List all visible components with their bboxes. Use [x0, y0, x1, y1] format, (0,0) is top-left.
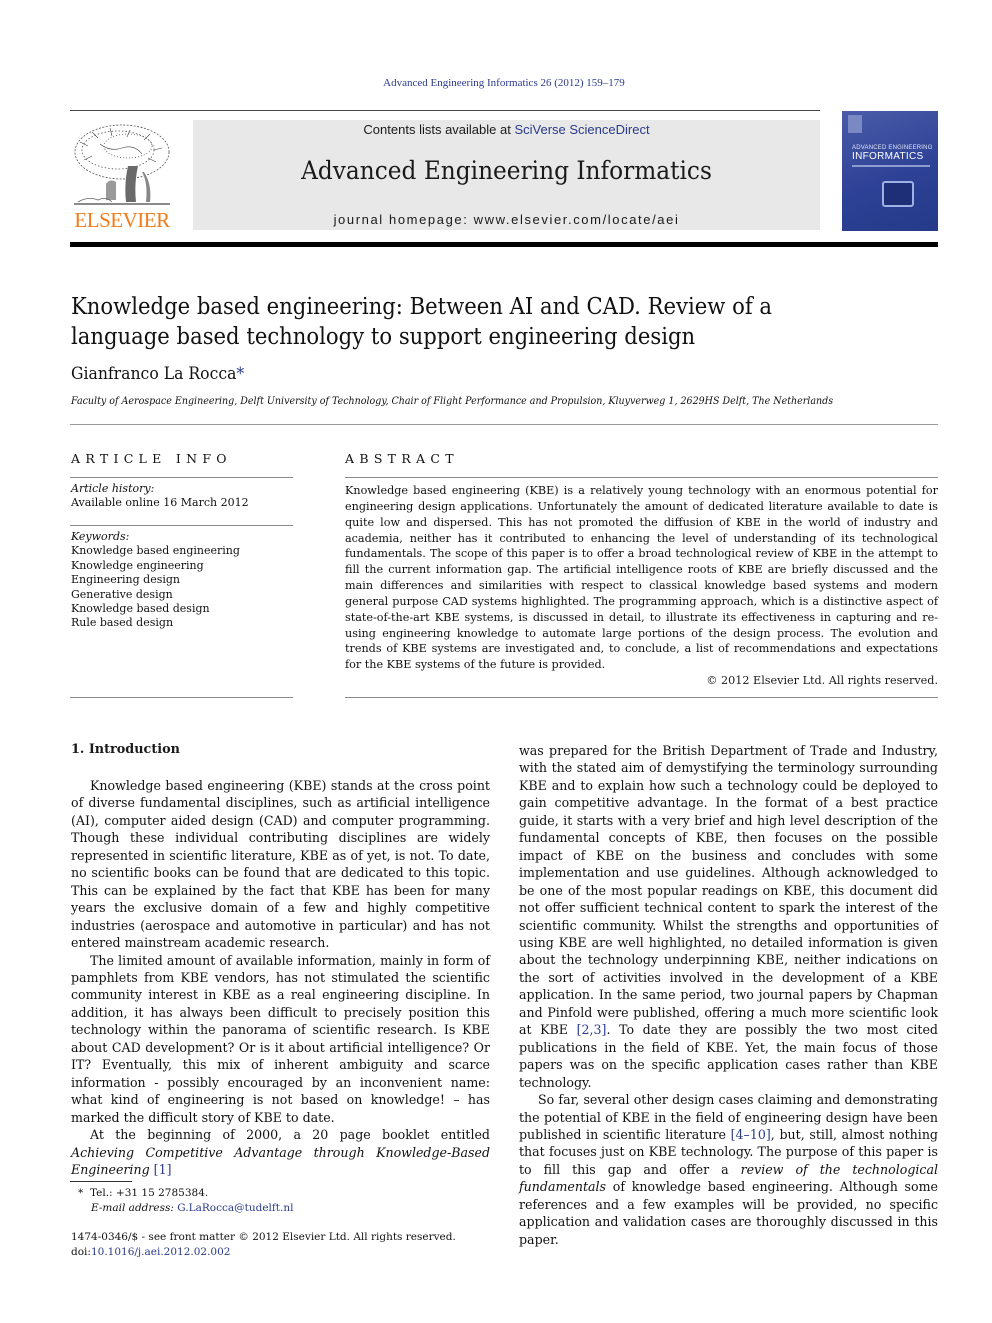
body-paragraph: At the beginning of 2000, a 20 page book…	[71, 1126, 490, 1178]
body-column-left: Knowledge based engineering (KBE) stands…	[71, 777, 490, 1178]
abstract-copyright: © 2012 Elsevier Ltd. All rights reserved…	[706, 674, 938, 687]
contents-prefix: Contents lists available at	[363, 122, 515, 137]
header-rule-left	[70, 110, 193, 111]
elsevier-tree-icon	[74, 124, 170, 205]
sciencedirect-link[interactable]: SciVerse ScienceDirect	[514, 122, 649, 137]
section-heading-introduction: 1. Introduction	[71, 742, 180, 757]
footnote-tel: Tel.: +31 15 2785384.	[89, 1187, 209, 1199]
journal-banner: Contents lists available at SciVerse Sci…	[193, 120, 820, 230]
citation-link[interactable]: [4–10]	[731, 1127, 771, 1142]
body-paragraph: was prepared for the British Department …	[519, 742, 938, 1091]
author-email-link[interactable]: G.LaRocca@tudelft.nl	[177, 1202, 293, 1214]
doi-label: doi:	[71, 1245, 91, 1258]
front-matter: 1474-0346/$ - see front matter © 2012 El…	[71, 1230, 456, 1259]
author-name: Gianfranco La Rocca	[71, 364, 237, 384]
journal-title: Advanced Engineering Informatics	[301, 156, 712, 185]
keywords-list: Keywords: Knowledge based engineering Kn…	[71, 530, 291, 631]
body-paragraph: So far, several other design cases claim…	[519, 1091, 938, 1248]
cover-tagline	[852, 165, 930, 167]
article-title: Knowledge based engineering: Between AI …	[71, 292, 773, 350]
article-info-heading: ARTICLE INFO	[71, 451, 232, 466]
article-info-bottom-rule	[70, 697, 293, 698]
keyword-item: Generative design	[71, 587, 173, 601]
keywords-label: Keywords:	[71, 530, 130, 543]
cover-title: INFORMATICS	[852, 151, 924, 162]
footnote-email-label: E-mail address:	[91, 1202, 178, 1214]
doi-link[interactable]: 10.1016/j.aei.2012.02.002	[91, 1246, 231, 1258]
footnote-mark: *	[78, 1187, 84, 1199]
journal-citation[interactable]: Advanced Engineering Informatics 26 (201…	[0, 77, 992, 89]
header-rule	[193, 110, 820, 111]
body-paragraph: Knowledge based engineering (KBE) stands…	[71, 778, 490, 951]
keyword-item: Knowledge based engineering	[71, 544, 240, 558]
article-history: Article history: Available online 16 Mar…	[71, 482, 291, 511]
cover-monitor-icon	[882, 181, 914, 207]
author-footnote: * Tel.: +31 15 2785384. E-mail address: …	[78, 1186, 293, 1216]
paragraph-text: was prepared for the British Department …	[519, 743, 938, 1038]
author-affiliation: Faculty of Aerospace Engineering, Delft …	[71, 395, 834, 407]
article-history-value: Available online 16 March 2012	[71, 496, 249, 510]
abstract-rule	[345, 477, 938, 478]
keyword-item: Knowledge engineering	[71, 558, 204, 572]
article-history-rule	[70, 525, 293, 526]
keyword-item: Knowledge based design	[71, 602, 210, 616]
journal-homepage-link[interactable]: journal homepage: www.elsevier.com/locat…	[193, 212, 820, 227]
article-history-label: Article history:	[71, 482, 155, 495]
contents-line: Contents lists available at SciVerse Sci…	[193, 122, 820, 137]
keyword-item: Rule based design	[71, 616, 174, 630]
author-line: Gianfranco La Rocca*	[71, 364, 244, 384]
body-column-right: was prepared for the British Department …	[519, 742, 938, 1248]
elsevier-wordmark: ELSEVIER	[74, 208, 170, 232]
abstract-text: Knowledge based engineering (KBE) is a r…	[345, 484, 938, 672]
booklet-title: Achieving Competitive Advantage through …	[71, 1144, 490, 1177]
citation-link[interactable]: [1]	[154, 1162, 172, 1177]
author-footnote-link[interactable]: *	[236, 364, 244, 384]
footnote-rule	[70, 1181, 132, 1182]
article-info-rule	[70, 477, 293, 478]
issn-line: 1474-0346/$ - see front matter © 2012 El…	[71, 1231, 456, 1243]
cover-publisher-icon	[848, 115, 862, 133]
abstract-heading: ABSTRACT	[345, 451, 459, 466]
paragraph-text: At the beginning of 2000, a 20 page book…	[90, 1127, 490, 1143]
citation-link[interactable]: [2,3]	[577, 1022, 607, 1037]
journal-cover-image[interactable]: ADVANCED ENGINEERING INFORMATICS	[842, 111, 938, 231]
header-thick-rule	[70, 242, 938, 247]
affiliation-rule	[70, 424, 938, 425]
body-paragraph: The limited amount of available informat…	[71, 952, 490, 1125]
elsevier-logo[interactable]: ELSEVIER	[70, 120, 174, 232]
abstract-bottom-rule	[345, 697, 938, 698]
journal-citation-link[interactable]: Advanced Engineering Informatics 26 (201…	[383, 77, 625, 89]
keyword-item: Engineering design	[71, 573, 181, 587]
